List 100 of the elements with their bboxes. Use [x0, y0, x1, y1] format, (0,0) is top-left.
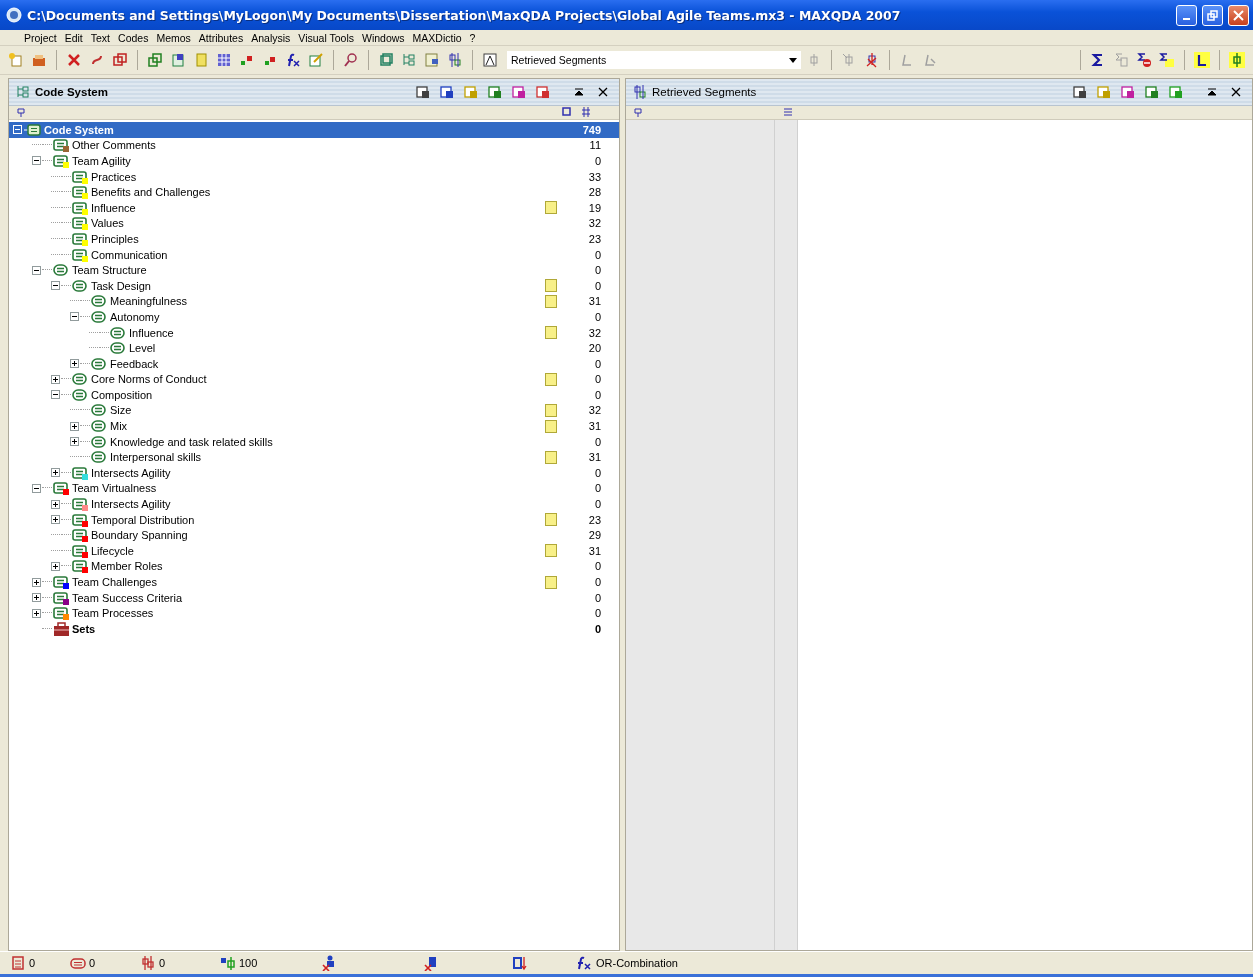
expand-toggle[interactable]: [32, 577, 41, 587]
menu-item[interactable]: Edit: [60, 31, 87, 44]
expand-toggle[interactable]: [51, 374, 60, 384]
close-window-button[interactable]: [1228, 4, 1249, 26]
code-row[interactable]: Member Roles 0: [9, 558, 620, 575]
restore-button[interactable]: [1202, 4, 1223, 26]
minimize-button[interactable]: [1176, 4, 1197, 26]
code-row[interactable]: Influence 19: [9, 199, 620, 216]
code-row[interactable]: Knowledge and task related skills 0: [9, 433, 620, 450]
highlight-segment-button[interactable]: [1227, 50, 1247, 70]
segment-count: 0: [593, 264, 602, 277]
menu-item[interactable]: Windows: [357, 31, 409, 44]
code-label: Values: [90, 217, 125, 230]
code-row[interactable]: Other Comments 11: [9, 137, 620, 154]
segments-icon: [632, 84, 649, 100]
menu-item[interactable]: Visual Tools: [294, 31, 358, 44]
sort-down-icon: [512, 955, 528, 971]
collapse-toggle[interactable]: [32, 483, 41, 493]
expand-toggle[interactable]: [51, 499, 60, 509]
segment-count: 0: [593, 373, 602, 386]
expand-toggle[interactable]: [70, 421, 79, 431]
document-icon: [424, 52, 440, 68]
window-select[interactable]: Retrieved Segments: [507, 51, 801, 69]
menu-item[interactable]: Attributes: [194, 31, 248, 44]
code-icon: [110, 340, 127, 357]
windows-icon: [112, 52, 128, 68]
code-label: Interpersonal skills: [109, 451, 203, 464]
code-row[interactable]: Task Design 0: [9, 277, 620, 294]
panel-title: Code System: [35, 86, 109, 98]
menu-item[interactable]: Project: [20, 31, 61, 44]
expand-toggle[interactable]: [32, 608, 41, 618]
code-row[interactable]: Communication 0: [9, 246, 620, 263]
expand-toggle[interactable]: [51, 561, 60, 571]
segment-count: 31: [587, 295, 602, 308]
menu-item[interactable]: Codes: [114, 31, 153, 44]
code-row[interactable]: Meaningfulness 31: [9, 293, 620, 310]
code-row[interactable]: Autonomy 0: [9, 309, 620, 325]
sets-row[interactable]: Sets 0: [9, 621, 620, 637]
collapse-toggle[interactable]: [32, 265, 41, 275]
code-row[interactable]: Principles 23: [9, 231, 620, 247]
sigma-highlight-button[interactable]: [1157, 50, 1177, 70]
code-row[interactable]: Team Agility 0: [9, 153, 620, 169]
menu-item[interactable]: ?: [465, 31, 480, 44]
code-icon: [72, 386, 89, 403]
code-row[interactable]: Team Structure 0: [9, 262, 620, 278]
code-row[interactable]: Temporal Distribution 23: [9, 511, 620, 528]
code-row[interactable]: Team Success Criteria 0: [9, 589, 620, 606]
code-row[interactable]: Team Challenges 0: [9, 574, 620, 590]
code-label: Level: [128, 342, 157, 355]
segment-count: 749: [581, 123, 602, 136]
menu-item[interactable]: Memos: [152, 31, 195, 44]
code-row[interactable]: Composition 0: [9, 387, 620, 403]
code-row[interactable]: Lifecycle 31: [9, 543, 620, 559]
code-row[interactable]: Feedback 0: [9, 355, 620, 372]
code-row[interactable]: Influence 32: [9, 324, 620, 341]
code-row[interactable]: Practices 33: [9, 168, 620, 185]
menu-item[interactable]: MAXDictio: [408, 31, 466, 44]
code-row[interactable]: Values 32: [9, 215, 620, 232]
code-row[interactable]: Intersects Agility 0: [9, 465, 620, 481]
expand-toggle[interactable]: [51, 515, 60, 525]
function-icon: [285, 52, 301, 68]
collapse-toggle[interactable]: [70, 312, 79, 322]
code-system-row[interactable]: Code System 749: [9, 122, 620, 138]
expand-toggle[interactable]: [70, 437, 79, 447]
code-row[interactable]: Team Virtualness 0: [9, 480, 620, 497]
code-row[interactable]: Mix 31: [9, 418, 620, 434]
code-row[interactable]: Interpersonal skills 31: [9, 449, 620, 466]
code-label: Influence: [128, 326, 175, 339]
code-icon: [91, 402, 108, 419]
highlight-l-button[interactable]: [1192, 50, 1212, 70]
code-row[interactable]: Benefits and Challenges 28: [9, 184, 620, 200]
code-icon: [91, 293, 108, 310]
code-label: Mix: [109, 420, 129, 433]
code-row[interactable]: Level 20: [9, 340, 620, 356]
code-row[interactable]: Boundary Spanning 29: [9, 527, 620, 544]
code-icon: [91, 308, 108, 325]
menu-item[interactable]: Text: [86, 31, 115, 44]
code-label: Communication: [90, 248, 169, 261]
tree-icon: [15, 84, 31, 100]
segment-count: 31: [587, 420, 602, 433]
code-system-icon: [22, 121, 42, 138]
collapse-toggle[interactable]: [51, 390, 60, 400]
code-row[interactable]: Intersects Agility 0: [9, 496, 620, 512]
code-row[interactable]: Core Norms of Conduct 0: [9, 371, 620, 388]
expand-toggle[interactable]: [32, 593, 41, 603]
dictionary-button[interactable]: [480, 50, 500, 70]
code-row[interactable]: Size 32: [9, 402, 620, 419]
expand-toggle[interactable]: [51, 468, 60, 478]
page-icon: [1144, 84, 1160, 100]
code-label: Principles: [90, 232, 140, 245]
collapse-toggle[interactable]: [51, 281, 60, 291]
collapse-toggle[interactable]: [32, 156, 41, 166]
windows-button[interactable]: [145, 50, 165, 70]
code-label: Team Success Criteria: [71, 591, 184, 604]
menu-item[interactable]: Analysis: [247, 31, 295, 44]
expand-toggle[interactable]: [70, 359, 79, 369]
code-row[interactable]: Team Processes 0: [9, 605, 620, 621]
edit-icon: [308, 52, 324, 68]
sigma-remove-button[interactable]: [1134, 50, 1154, 70]
segment-count: 19: [587, 201, 602, 214]
